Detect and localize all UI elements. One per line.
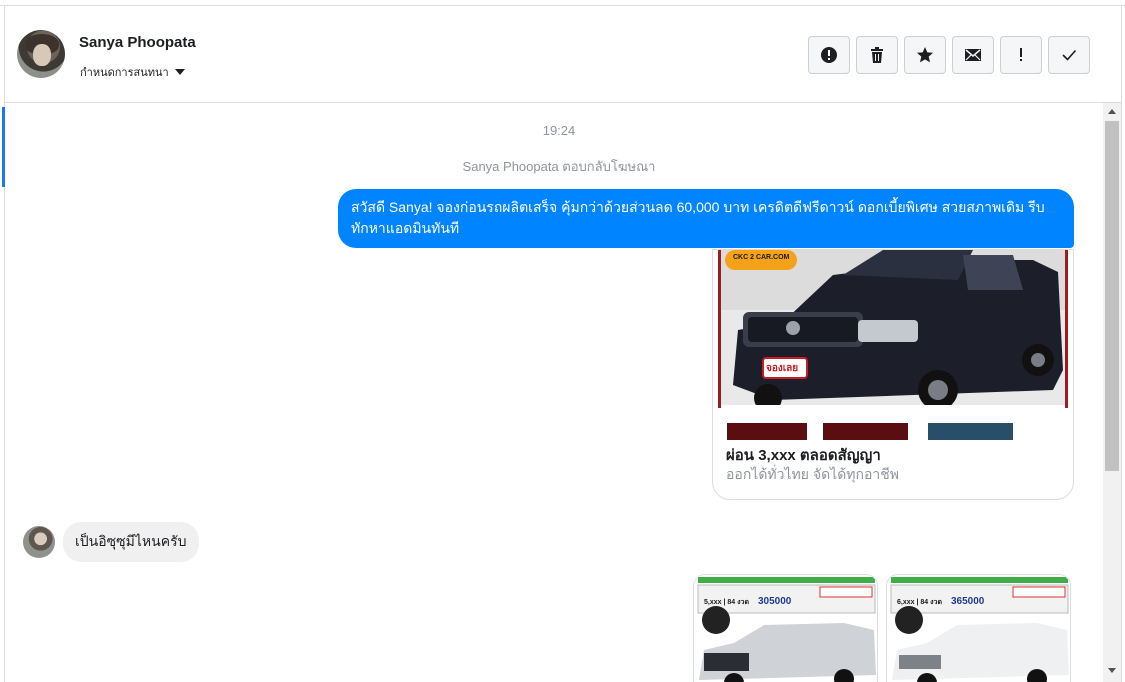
sender-avatar[interactable] [23,526,55,558]
ad-reply-note: Sanya Phoopata ตอบกลับโฆษณา [462,159,656,174]
alert-circle-icon [821,47,837,63]
mail-icon [965,49,981,61]
thumbnail-price: 365000 [951,596,985,607]
right-divider [1121,6,1122,682]
mark-unread-button[interactable] [952,36,994,74]
check-icon [1062,49,1077,61]
car-thumbnail-image [694,575,877,682]
ad-card-image [713,250,1073,440]
mark-done-button[interactable] [1048,36,1090,74]
thumbnail-installment: 5,xxx | 84 งวด [704,599,749,606]
header-actions [808,36,1090,74]
car-thumbnail[interactable]: 6,xxx | 84 งวด 365000 [886,574,1071,682]
avatar[interactable] [17,30,65,78]
report-button[interactable] [808,36,850,74]
caret-down-icon [174,69,185,75]
message-list: 19:24 Sanya Phoopata ตอบกลับโฆษณา สวัสดี… [5,103,1103,682]
contact-name[interactable]: Sanya Phoopata [79,34,196,51]
flag-button[interactable] [1000,36,1042,74]
star-icon [917,47,933,63]
thumbnail-installment: 6,xxx | 84 งวด [897,599,942,606]
incoming-message-bubble[interactable]: เป็นอิซุซุมีไหนครับ [63,522,199,562]
exclamation-icon [1020,48,1022,61]
trash-icon [871,47,883,63]
outgoing-message-bubble[interactable]: สวัสดี Sanya! จองก่อนรถผลิตเสร็จ คุ้มกว่… [338,189,1074,248]
top-border [0,0,1125,6]
ad-image-badge: จองเลย [766,363,799,374]
conversation-menu[interactable]: กำหนดการสนทนา [80,63,185,81]
ad-card[interactable]: CKC 2 CAR.COM จองเลย ผ่อน 3,xxx ตลอดสัญญ… [712,249,1074,500]
message-timestamp: 19:24 [542,123,576,138]
conversation-header: Sanya Phoopata กำหนดการสนทนา [5,7,1121,103]
messenger-inbox-window: Sanya Phoopata กำหนดการสนทนา 19:24 Sanya… [0,0,1125,682]
delete-button[interactable] [856,36,898,74]
scrollbar[interactable] [1103,103,1121,682]
star-button[interactable] [904,36,946,74]
ad-card-subtitle: ออกได้ทั่วไทย จัดได้ทุกอาชีพ [726,466,900,482]
car-thumbnail[interactable]: 5,xxx | 84 งวด 305000 [693,574,878,682]
scrollbar-thumb[interactable] [1105,121,1119,471]
thumbnail-price: 305000 [758,596,792,607]
avatar-face [33,44,51,66]
image-attachments: 5,xxx | 84 งวด 305000 6,xxx | 84 งวด 365… [693,574,1071,682]
ad-image-logo: CKC 2 CAR.COM [733,254,790,261]
car-thumbnail-image [887,575,1070,682]
scroll-down-arrow-icon[interactable] [1108,668,1116,673]
conversation-menu-label: กำหนดการสนทนา [80,67,169,79]
scroll-up-arrow-icon[interactable] [1108,109,1116,114]
